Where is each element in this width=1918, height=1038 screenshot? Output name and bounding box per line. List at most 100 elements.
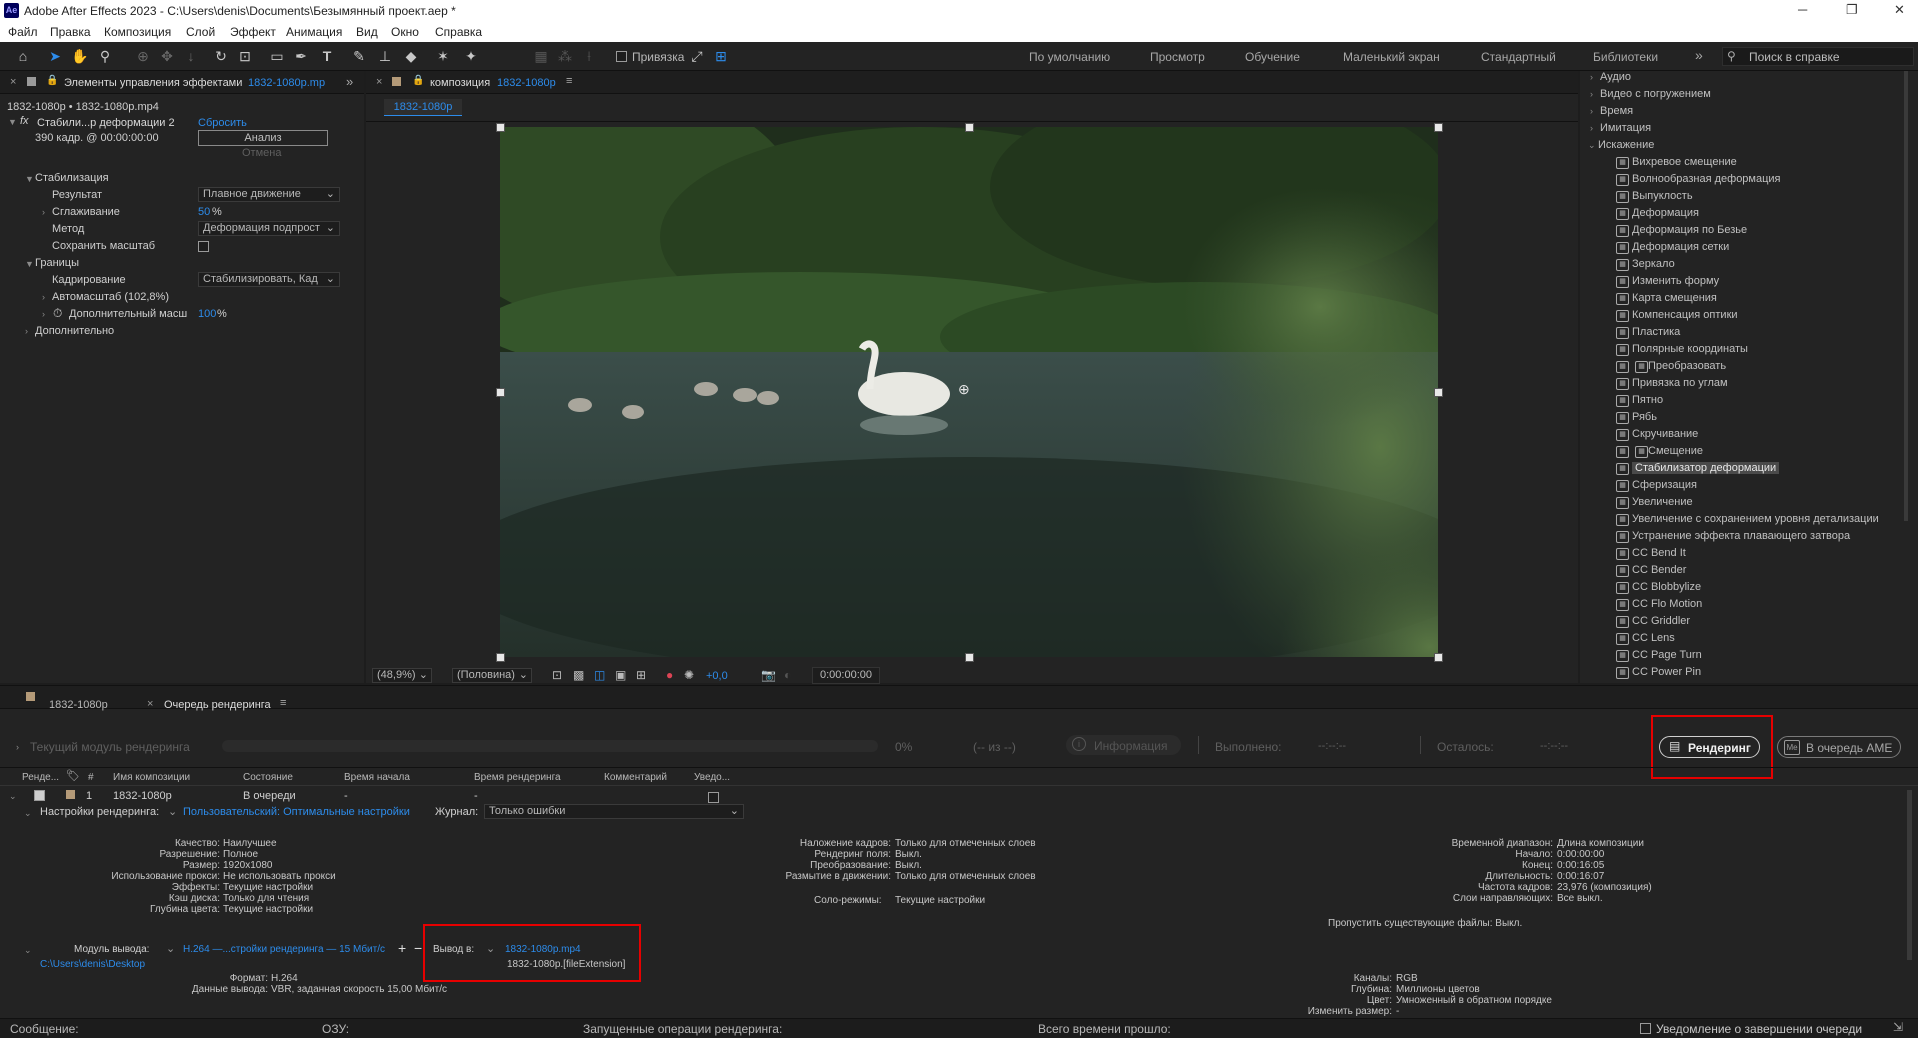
analyze-button[interactable]: Анализ bbox=[198, 130, 328, 146]
lock-icon[interactable]: 🔒 bbox=[46, 75, 58, 86]
resolution-dropdown[interactable]: (Половина) ⌄ bbox=[452, 668, 532, 683]
effect-item[interactable]: Деформация по Безье bbox=[1632, 224, 1747, 236]
zoom-tool-icon[interactable]: ⚲ bbox=[96, 47, 114, 65]
category-twisty-icon[interactable]: › bbox=[1590, 72, 1593, 82]
transform-handle[interactable] bbox=[496, 653, 505, 662]
snap-edges-icon[interactable]: ⊞ bbox=[712, 47, 730, 65]
roto-brush-icon[interactable]: ✶ bbox=[434, 47, 452, 65]
effect-controls-source[interactable]: 1832-1080p.mp bbox=[248, 77, 325, 89]
effect-item[interactable]: Увеличение с сохранением уровня детализа… bbox=[1632, 513, 1879, 525]
output-path[interactable]: C:\Users\denis\Desktop bbox=[40, 959, 145, 970]
notify-checkbox[interactable] bbox=[708, 792, 719, 803]
transform-handle[interactable] bbox=[496, 123, 505, 132]
stopwatch-icon[interactable]: ⏱ bbox=[53, 306, 62, 321]
queue-scrollbar[interactable] bbox=[1907, 790, 1912, 960]
extra-scale-twisty-icon[interactable]: › bbox=[42, 309, 45, 319]
queue-item-twisty-icon[interactable]: ⌄ bbox=[9, 791, 17, 802]
orbit-camera-icon[interactable]: ⊕ bbox=[134, 47, 152, 65]
menu-layer[interactable]: Слой bbox=[186, 25, 215, 39]
effect-item[interactable]: Скручивание bbox=[1632, 428, 1698, 440]
transform-handle[interactable] bbox=[1434, 388, 1443, 397]
region-of-interest-icon[interactable]: ⊡ bbox=[552, 668, 562, 682]
eraser-tool-icon[interactable]: ◆ bbox=[402, 47, 420, 65]
rotate-tool-icon[interactable]: ↻ bbox=[212, 47, 230, 65]
transform-handle[interactable] bbox=[1434, 653, 1443, 662]
extra-scale-value[interactable]: 100 bbox=[198, 308, 216, 320]
composition-subtab[interactable]: 1832-1080p bbox=[384, 99, 462, 116]
col-comment[interactable]: Комментарий bbox=[604, 772, 667, 783]
timeline-tab[interactable]: 1832-1080p bbox=[49, 699, 108, 711]
restore-icon[interactable]: ❐ bbox=[1846, 2, 1858, 18]
current-module-twisty-icon[interactable]: › bbox=[16, 742, 19, 752]
effect-item[interactable]: CC Lens bbox=[1632, 632, 1675, 644]
panel-overflow-icon[interactable]: » bbox=[346, 74, 353, 89]
workspace-libraries[interactable]: Библиотеки bbox=[1593, 50, 1658, 64]
effect-item[interactable]: Выпуклость bbox=[1632, 190, 1693, 202]
puppet-pin-icon[interactable]: ✦ bbox=[462, 47, 480, 65]
zoom-dropdown[interactable]: (48,9%) ⌄ bbox=[372, 668, 432, 683]
menu-effect[interactable]: Эффект bbox=[230, 25, 276, 39]
effect-item[interactable]: Смещение bbox=[1648, 445, 1703, 457]
effect-item[interactable]: Преобразовать bbox=[1648, 360, 1726, 372]
smoothness-value[interactable]: 50 bbox=[198, 206, 210, 218]
category-audio[interactable]: Аудио bbox=[1600, 71, 1631, 83]
close-tab-icon[interactable]: × bbox=[376, 76, 382, 88]
category-immersive-video[interactable]: Видео с погружением bbox=[1600, 88, 1711, 100]
label-color-swatch[interactable] bbox=[66, 790, 75, 799]
effect-item[interactable]: Пластика bbox=[1632, 326, 1680, 338]
preserve-scale-checkbox[interactable] bbox=[198, 241, 209, 252]
effect-item[interactable]: Устранение эффекта плавающего затвора bbox=[1632, 530, 1850, 542]
menu-view[interactable]: Вид bbox=[356, 25, 378, 39]
result-dropdown[interactable]: Плавное движение ⌄ bbox=[198, 187, 340, 202]
workspace-review[interactable]: Просмотр bbox=[1150, 50, 1205, 64]
close-icon[interactable]: ✕ bbox=[1894, 2, 1905, 18]
help-search-input[interactable]: ⚲ Поиск в справке bbox=[1722, 47, 1914, 66]
axis-icon[interactable]: ⟊ bbox=[580, 47, 598, 65]
effects-scrollbar[interactable] bbox=[1904, 71, 1908, 521]
borders-twisty-icon[interactable]: ▼ bbox=[25, 259, 34, 269]
effect-item[interactable]: Компенсация оптики bbox=[1632, 309, 1738, 321]
effect-item[interactable]: Волнообразная деформация bbox=[1632, 173, 1781, 185]
col-comp-name[interactable]: Имя композиции bbox=[113, 772, 190, 783]
effect-controls-tab[interactable]: Элементы управления эффектами bbox=[64, 77, 242, 89]
menu-edit[interactable]: Правка bbox=[50, 25, 91, 39]
anchor-point-tool-icon[interactable]: ⊡ bbox=[236, 47, 254, 65]
category-distort[interactable]: Искажение bbox=[1598, 139, 1654, 151]
category-twisty-icon[interactable]: › bbox=[1590, 89, 1593, 99]
menu-file[interactable]: Файл bbox=[8, 25, 38, 39]
info-button[interactable]: i Информация bbox=[1066, 735, 1181, 755]
snapshot-icon[interactable]: 📷 bbox=[761, 668, 776, 682]
menu-window[interactable]: Окно bbox=[391, 25, 419, 39]
anchor-point-icon[interactable]: ⊕ bbox=[958, 381, 970, 398]
effect-item[interactable]: Полярные координаты bbox=[1632, 343, 1748, 355]
remove-output-module-icon[interactable]: − bbox=[414, 940, 422, 956]
dolly-camera-icon[interactable]: ↓ bbox=[182, 47, 200, 65]
effect-item[interactable]: Увеличение bbox=[1632, 496, 1693, 508]
minimize-icon[interactable]: ─ bbox=[1798, 2, 1807, 17]
effect-item[interactable]: CC Power Pin bbox=[1632, 666, 1701, 678]
transform-handle[interactable] bbox=[965, 653, 974, 662]
notify-complete-checkbox[interactable] bbox=[1640, 1023, 1651, 1034]
output-module-link[interactable]: H.264 —...стройки рендеринга — 15 Мбит/с bbox=[183, 944, 385, 955]
effect-item[interactable]: Привязка по углам bbox=[1632, 377, 1728, 389]
clone-stamp-icon[interactable]: ⊥ bbox=[376, 47, 394, 65]
brush-tool-icon[interactable]: ✎ bbox=[350, 47, 368, 65]
workspace-small-screen[interactable]: Маленький экран bbox=[1343, 50, 1440, 64]
workspace-default[interactable]: По умолчанию bbox=[1029, 50, 1110, 64]
effect-item[interactable]: Рябь bbox=[1632, 411, 1657, 423]
effect-item[interactable]: Деформация сетки bbox=[1632, 241, 1729, 253]
category-twisty-icon[interactable]: › bbox=[1590, 106, 1593, 116]
col-start-time[interactable]: Время начала bbox=[344, 772, 410, 783]
channels-icon[interactable]: ⊞ bbox=[636, 668, 646, 682]
effect-item[interactable]: Сферизация bbox=[1632, 479, 1697, 491]
text-tool-icon[interactable]: T bbox=[318, 47, 336, 65]
timecode-field[interactable]: 0:00:00:00 bbox=[812, 667, 880, 684]
effect-item-selected[interactable]: Стабилизатор деформации bbox=[1632, 462, 1780, 474]
workspace-overflow-icon[interactable]: » bbox=[1695, 47, 1703, 63]
reset-link[interactable]: Сбросить bbox=[198, 117, 247, 129]
lock-icon[interactable]: 🔒 bbox=[412, 75, 424, 86]
effect-item[interactable]: Деформация bbox=[1632, 207, 1699, 219]
guides-icon[interactable]: ▣ bbox=[615, 668, 626, 682]
composition-tab-name[interactable]: 1832-1080p bbox=[497, 77, 556, 89]
snap-options-icon[interactable]: ⤢ bbox=[688, 47, 706, 65]
